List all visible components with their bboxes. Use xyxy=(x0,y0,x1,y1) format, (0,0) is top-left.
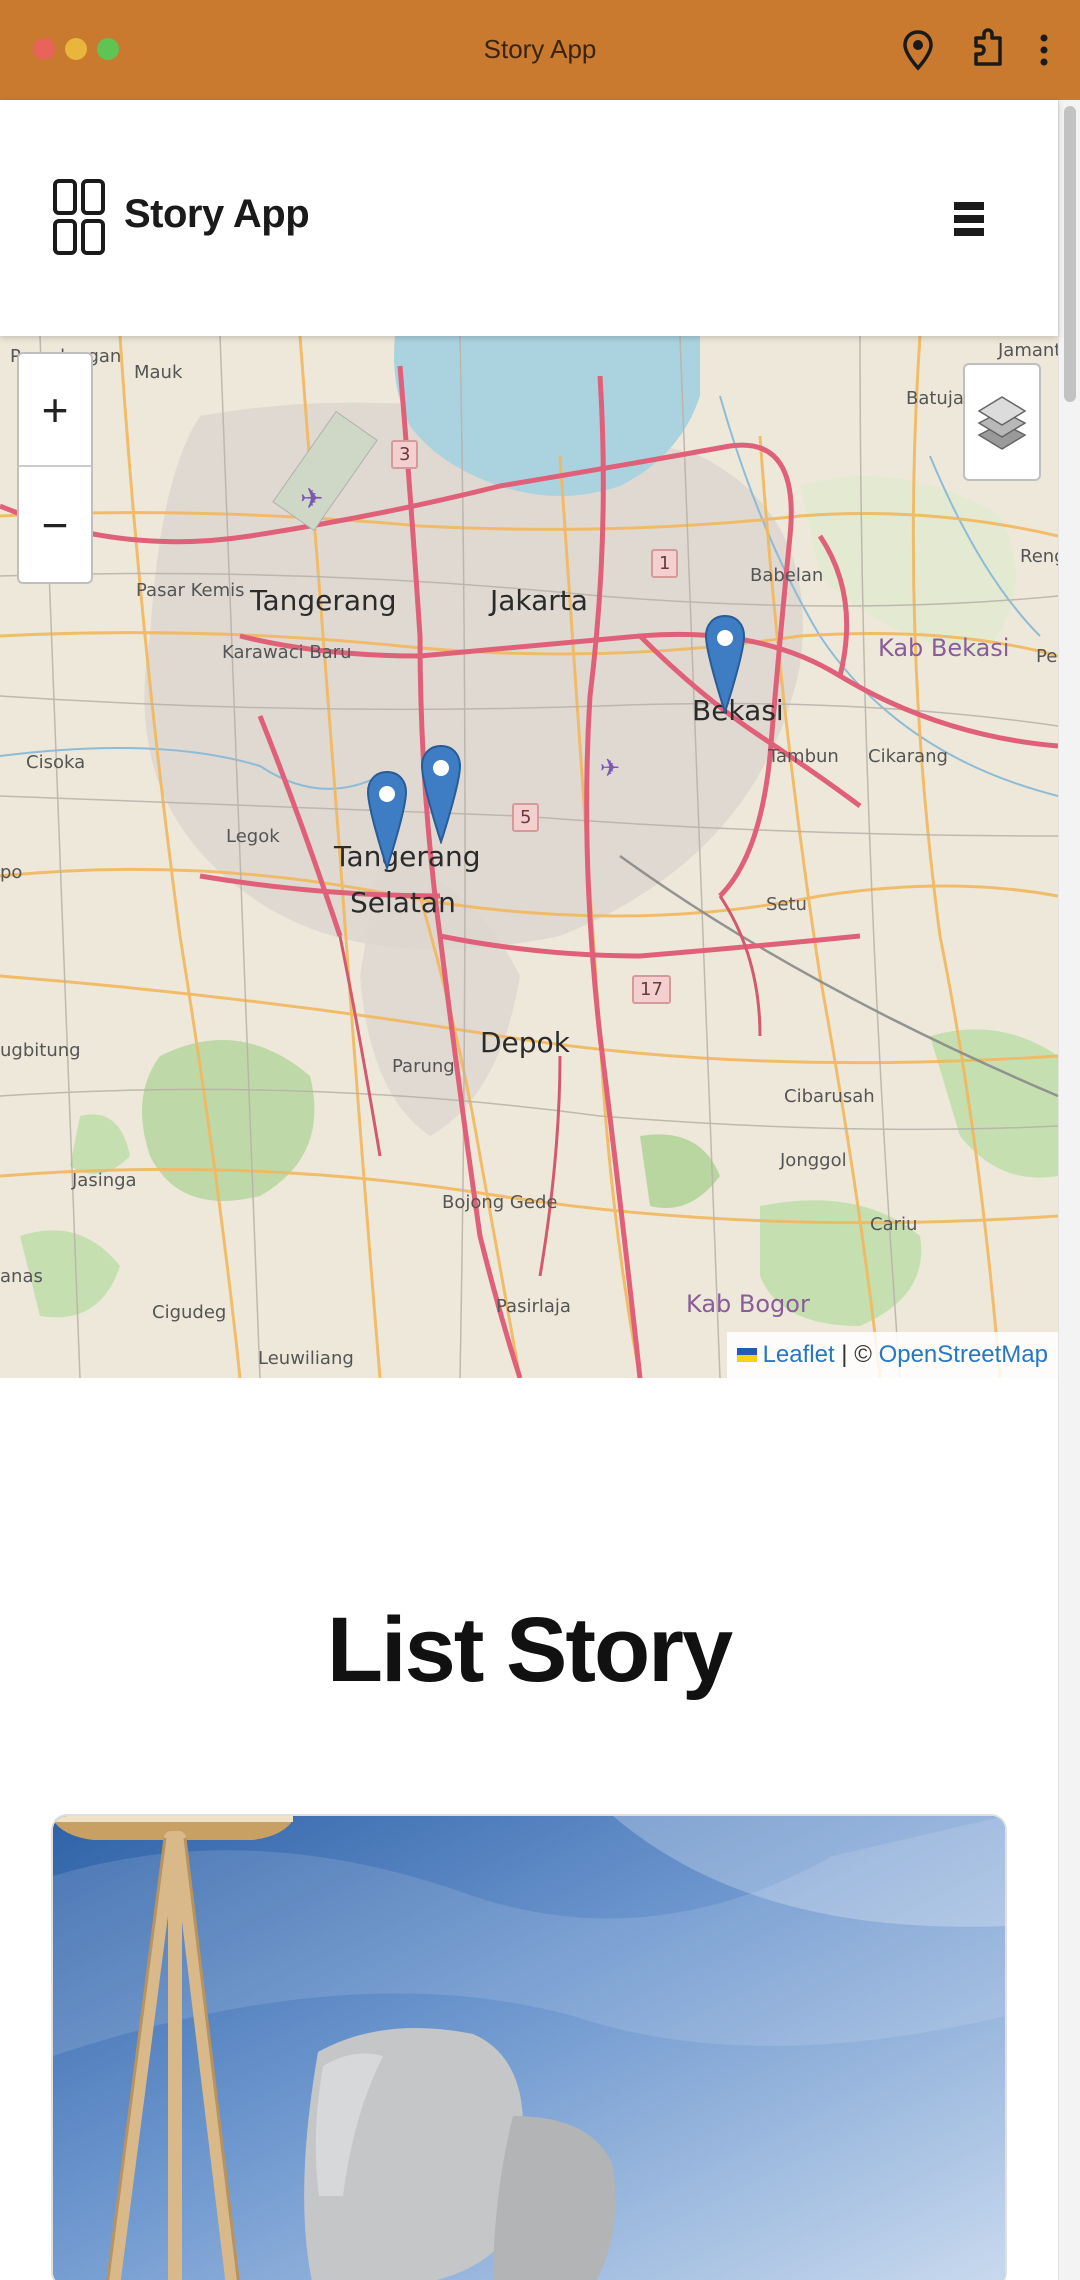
map-marker[interactable] xyxy=(704,614,746,716)
ukraine-flag-icon xyxy=(736,1348,757,1362)
place-label: Kab Bogor xyxy=(686,1290,810,1318)
place-label: Bojong Gede xyxy=(442,1192,558,1213)
more-vert-icon[interactable] xyxy=(1032,28,1056,72)
place-label: Cariu xyxy=(870,1214,918,1235)
app-header: Story App xyxy=(0,100,1058,336)
place-label: anas xyxy=(0,1266,43,1287)
road-shield-17: 17 xyxy=(632,975,671,1004)
map-marker[interactable] xyxy=(366,770,408,872)
extension-icon[interactable] xyxy=(968,28,1008,72)
place-label: Jamantr xyxy=(998,340,1058,361)
place-label: Pe xyxy=(1036,646,1058,667)
story-image[interactable] xyxy=(53,1816,1005,2280)
place-label: Cigudeg xyxy=(152,1302,227,1323)
page-scrollbar[interactable] xyxy=(1058,100,1080,2280)
place-label: ugbitung xyxy=(0,1040,81,1061)
place-label: Cibarusah xyxy=(784,1086,875,1107)
layers-icon xyxy=(977,396,1027,450)
place-label: Cikarang xyxy=(868,746,948,767)
place-label: Mauk xyxy=(134,362,183,383)
place-label: Selatan xyxy=(350,886,456,919)
place-label: Karawaci Baru xyxy=(222,642,352,663)
place-label: Jonggol xyxy=(780,1150,847,1171)
story-card[interactable] xyxy=(53,1816,1005,2280)
zoom-out-button[interactable]: − xyxy=(19,468,91,581)
place-label: po xyxy=(0,862,23,883)
place-label: Legok xyxy=(226,826,280,847)
layers-control-button[interactable] xyxy=(963,363,1041,481)
location-pin-icon[interactable] xyxy=(898,28,938,72)
brand-title[interactable]: Story App xyxy=(124,192,310,237)
place-label: Reng xyxy=(1020,546,1058,567)
place-label: Parung xyxy=(392,1056,455,1077)
attribution-separator: | © xyxy=(834,1341,879,1368)
map-marker[interactable] xyxy=(420,744,462,846)
zoom-control: + − xyxy=(17,352,93,584)
place-label: Leuwiliang xyxy=(258,1348,354,1369)
place-label: Jasinga xyxy=(72,1170,137,1191)
road-shield-1: 1 xyxy=(651,549,679,578)
map-attribution: Leaflet | © OpenStreetMap xyxy=(726,1332,1058,1378)
place-label: Jakarta xyxy=(490,584,588,617)
place-label: Pasirlaja xyxy=(496,1296,571,1317)
place-label: Kab Bekasi xyxy=(878,634,1010,662)
place-label: Cisoka xyxy=(26,752,86,773)
leaflet-link[interactable]: Leaflet xyxy=(763,1341,835,1369)
road-shield-5: 5 xyxy=(512,803,540,832)
scrollbar-thumb[interactable] xyxy=(1064,106,1076,402)
story-map[interactable]: ✈ ✈ 3 1 5 17 Pagedangan Mauk Jamantr Bat… xyxy=(0,336,1058,1378)
svg-text:✈: ✈ xyxy=(600,754,620,782)
window-titlebar: Story App xyxy=(0,0,1080,100)
grid-logo-icon xyxy=(52,176,106,258)
list-story-heading: List Story xyxy=(326,1599,733,1701)
svg-text:✈: ✈ xyxy=(300,482,323,515)
hamburger-icon[interactable] xyxy=(948,198,992,246)
place-label: Babelan xyxy=(750,565,824,586)
zoom-in-button[interactable]: + xyxy=(19,354,91,467)
place-label: Depok xyxy=(480,1026,570,1059)
place-label: Pasar Kemis xyxy=(136,580,245,601)
road-shield-3: 3 xyxy=(391,440,419,469)
place-label: Tambun xyxy=(768,746,839,767)
place-label: Setu xyxy=(766,894,807,915)
place-label: Tangerang xyxy=(250,584,397,617)
openstreetmap-link[interactable]: OpenStreetMap xyxy=(879,1341,1048,1369)
